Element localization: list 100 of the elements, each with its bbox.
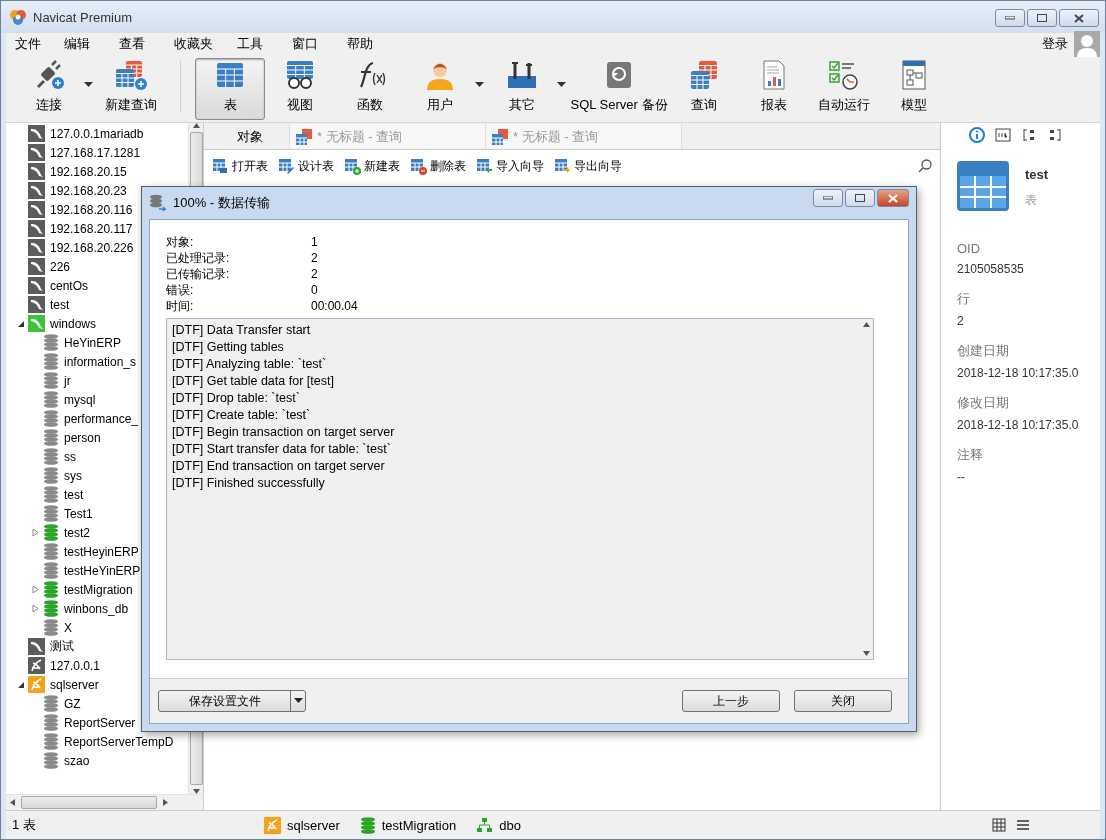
table-icon <box>957 161 1009 211</box>
tree-item[interactable]: 192.168.20.23 <box>50 183 127 198</box>
tree-item[interactable]: person <box>64 430 101 445</box>
dropdown-caret-icon[interactable] <box>475 81 484 88</box>
tree-item[interactable]: test2 <box>64 525 90 540</box>
toolbar-button[interactable]: 视图 <box>265 58 335 120</box>
log-line: [DTF] Begin transaction on target server <box>172 424 396 441</box>
dropdown-caret-icon[interactable] <box>293 698 303 704</box>
reference-icon[interactable] <box>1048 128 1062 142</box>
save-settings-button[interactable]: 保存设置文件 <box>158 690 306 712</box>
toolbar-button[interactable]: 表 <box>195 58 265 120</box>
scroll-down-arrow-icon[interactable] <box>192 789 200 794</box>
close-button[interactable] <box>1059 9 1099 27</box>
tree-item[interactable]: HeYinERP <box>64 335 121 350</box>
tree-item[interactable]: ReportServerTempD <box>64 734 174 749</box>
maximize-button[interactable] <box>845 189 875 207</box>
grid-view-icon[interactable] <box>992 818 1006 832</box>
tree-item[interactable]: 226 <box>50 259 71 274</box>
tree-item[interactable]: 127.0.0.1mariadb <box>50 126 144 141</box>
toolbar-button[interactable]: 新建查询 <box>96 58 166 120</box>
toolbar-button[interactable]: 其它 <box>487 58 557 120</box>
info-icon[interactable] <box>969 127 985 143</box>
scroll-right-arrow-icon[interactable] <box>163 799 168 806</box>
menu-item[interactable]: 文件 <box>15 35 64 53</box>
tree-item[interactable]: ss <box>64 449 76 464</box>
checklist-clock-icon <box>827 59 861 91</box>
tree-item[interactable]: winbons_db <box>64 601 129 616</box>
login-link[interactable]: 登录 <box>1042 35 1068 53</box>
tree-item[interactable]: 192.168.20.15 <box>50 164 127 179</box>
field-label: 注释 <box>957 446 984 464</box>
search-icon[interactable] <box>918 159 932 173</box>
toolbar-button[interactable]: SQL Server 备份 <box>569 58 669 120</box>
expanded-arrow-icon[interactable] <box>16 680 25 689</box>
menu-item[interactable]: 编辑 <box>64 35 119 53</box>
tree-item[interactable]: sqlserver <box>50 677 99 692</box>
tree-item[interactable]: sys <box>64 468 82 483</box>
dialog-button[interactable]: 关闭 <box>794 690 892 712</box>
collapsed-arrow-icon[interactable] <box>31 604 40 613</box>
dependency-icon[interactable] <box>1022 128 1036 142</box>
tree-item[interactable]: mysql <box>64 392 96 407</box>
tree-item[interactable]: szao <box>64 753 90 768</box>
log-line: [DTF] Analyzing table: `test` <box>172 356 328 373</box>
dropdown-caret-icon[interactable] <box>557 81 566 88</box>
tree-item[interactable]: test <box>50 297 70 312</box>
tree-item[interactable]: 192.168.20.226 <box>50 240 134 255</box>
object-toolbar-button[interactable]: 导出向导 <box>554 157 622 175</box>
collapsed-arrow-icon[interactable] <box>31 528 40 537</box>
object-toolbar-button[interactable]: 打开表 <box>212 157 268 175</box>
horizontal-scrollbar[interactable] <box>6 794 203 810</box>
tree-item[interactable]: testHeyinERP <box>64 544 139 559</box>
tree-item[interactable]: information_s <box>64 354 137 369</box>
toolbar-button[interactable]: 查询 <box>669 58 739 120</box>
object-toolbar-button[interactable]: 新建表 <box>344 157 400 175</box>
scroll-left-arrow-icon[interactable] <box>10 799 15 806</box>
field-value: 2018-12-18 10:17:35.0 <box>957 366 1080 380</box>
toolbar-button[interactable]: 函数 <box>335 58 405 120</box>
field-label: 创建日期 <box>957 342 1010 360</box>
tree-item[interactable]: ReportServer <box>64 715 136 730</box>
stat-value: 2 <box>311 266 319 282</box>
menu-item[interactable]: 工具 <box>237 35 292 53</box>
tree-item[interactable]: 192.168.20.116 <box>50 202 133 217</box>
tree-item[interactable]: test <box>64 487 84 502</box>
maximize-button[interactable] <box>1027 9 1057 27</box>
toolbar-button[interactable]: 自动运行 <box>809 58 879 120</box>
tree-item[interactable]: centOs <box>50 278 88 293</box>
object-toolbar-button[interactable]: 设计表 <box>278 157 334 175</box>
ddl-icon[interactable] <box>995 128 1011 142</box>
tree-item[interactable]: X <box>64 620 72 635</box>
tree-item[interactable]: windows <box>50 316 97 331</box>
tree-item[interactable]: 127.0.0.1 <box>50 658 101 673</box>
scroll-up-arrow-icon[interactable] <box>192 123 200 128</box>
collapsed-arrow-icon[interactable] <box>31 585 40 594</box>
tree-item[interactable]: performance_ <box>64 411 139 426</box>
toolbar-button[interactable]: 模型 <box>879 58 949 120</box>
scroll-down-arrow-icon[interactable] <box>862 651 870 656</box>
tree-item[interactable]: GZ <box>64 696 81 711</box>
menu-item[interactable]: 查看 <box>119 35 174 53</box>
tree-item[interactable]: 192.168.20.117 <box>50 221 133 236</box>
close-button[interactable] <box>877 189 909 207</box>
tree-item[interactable]: testMigration <box>64 582 133 597</box>
tree-item[interactable]: 127.168.17.1281 <box>50 145 141 160</box>
design-table-icon <box>278 157 295 175</box>
tree-item[interactable]: jr <box>64 373 71 388</box>
tree-item[interactable]: testHeYinERP <box>64 563 141 578</box>
dialog-button[interactable]: 上一步 <box>682 690 780 712</box>
tree-item[interactable]: 测试 <box>50 638 74 655</box>
menu-item[interactable]: 帮助 <box>347 35 397 53</box>
menu-item[interactable]: 收藏夹 <box>174 35 237 53</box>
scroll-up-arrow-icon[interactable] <box>862 322 870 327</box>
dropdown-caret-icon[interactable] <box>84 81 93 88</box>
list-view-icon[interactable] <box>1016 818 1030 832</box>
toolbar-button[interactable]: 用户 <box>405 58 475 120</box>
object-toolbar-button[interactable]: 删除表 <box>410 157 466 175</box>
tree-item[interactable]: Test1 <box>64 506 93 521</box>
object-toolbar-button[interactable]: 导入向导 <box>476 157 544 175</box>
toolbar-button[interactable]: 报表 <box>739 58 809 120</box>
menu-item[interactable]: 窗口 <box>292 35 347 53</box>
field-label: 行 <box>957 290 971 308</box>
expanded-arrow-icon[interactable] <box>16 319 25 328</box>
toolbar-button[interactable]: 连接 <box>14 58 84 120</box>
